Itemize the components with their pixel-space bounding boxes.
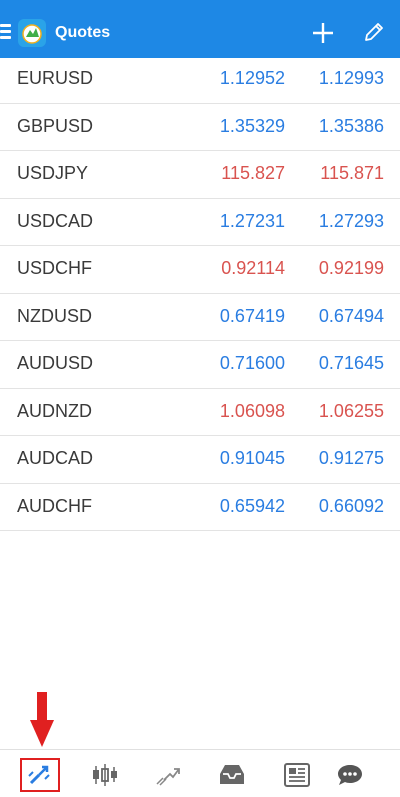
messages-icon <box>338 765 362 785</box>
symbol-label: AUDCHF <box>17 495 92 516</box>
symbol-label: USDJPY <box>17 163 89 183</box>
bid-price: 0.67419 <box>219 305 285 326</box>
ask-price: 1.35386 <box>318 115 384 136</box>
bid-price: 0.65942 <box>219 495 285 516</box>
ask-price: 1.12993 <box>318 68 384 88</box>
quote-row[interactable]: AUDNZD 1.06098 1.06255 <box>0 389 400 436</box>
app-bar: Quotes <box>0 0 400 58</box>
quote-row[interactable]: USDJPY 115.827 115.871 <box>0 151 400 199</box>
quote-row[interactable]: NZDUSD 0.67419 0.67494 <box>0 294 400 341</box>
add-symbol-icon[interactable] <box>310 20 336 46</box>
quotes-list: EURUSD 1.12952 1.12993 GBPUSD 1.35329 1.35386… <box>0 56 400 531</box>
tab-messages[interactable] <box>330 758 370 792</box>
bid-price: 115.827 <box>221 163 285 183</box>
tab-quotes[interactable] <box>20 758 60 792</box>
tab-news[interactable] <box>277 758 317 792</box>
symbol-label: AUDUSD <box>17 353 94 373</box>
red-arrow-indicator <box>30 692 54 747</box>
ask-price: 0.91275 <box>318 448 384 468</box>
bid-price: 0.92114 <box>221 258 285 278</box>
bid-price: 0.71600 <box>219 353 285 373</box>
quote-row[interactable]: EURUSD 1.12952 1.12993 <box>0 56 400 104</box>
symbol-label: AUDCAD <box>17 448 94 468</box>
page-title: Quotes <box>55 24 111 41</box>
bid-price: 1.27231 <box>219 210 285 231</box>
tab-history[interactable] <box>212 758 252 792</box>
edit-icon[interactable] <box>362 20 386 44</box>
news-icon <box>284 763 310 787</box>
ask-price: 0.92199 <box>318 258 384 278</box>
quote-row[interactable]: USDCHF 0.92114 0.92199 <box>0 246 400 294</box>
bid-price: 1.06098 <box>219 400 285 421</box>
metatrader-logo <box>18 19 46 47</box>
quotes-icon <box>28 765 50 785</box>
bottom-nav <box>0 749 400 797</box>
ask-price: 1.06255 <box>318 400 384 421</box>
bid-price: 1.12952 <box>219 68 285 88</box>
ask-price: 0.71645 <box>318 353 384 373</box>
quote-row[interactable]: GBPUSD 1.35329 1.35386 <box>0 104 400 151</box>
symbol-label: USDCAD <box>17 210 94 231</box>
quote-row[interactable]: AUDCHF 0.65942 0.66092 <box>0 484 400 531</box>
symbol-label: GBPUSD <box>17 115 94 136</box>
ask-price: 1.27293 <box>318 210 384 231</box>
symbol-label: EURUSD <box>17 68 94 88</box>
tab-chart[interactable] <box>85 758 125 792</box>
quote-row[interactable]: USDCAD 1.27231 1.27293 <box>0 199 400 246</box>
symbol-label: USDCHF <box>17 258 92 278</box>
history-icon <box>220 765 244 784</box>
quote-row[interactable]: AUDCAD 0.91045 0.91275 <box>0 436 400 484</box>
symbol-label: NZDUSD <box>17 305 92 326</box>
menu-icon[interactable] <box>0 22 12 42</box>
bid-price: 1.35329 <box>219 115 285 136</box>
chart-icon <box>93 764 117 786</box>
tab-trade[interactable] <box>148 758 188 792</box>
symbol-label: AUDNZD <box>17 400 92 421</box>
ask-price: 0.67494 <box>318 305 384 326</box>
ask-price: 115.871 <box>320 163 384 183</box>
bid-price: 0.91045 <box>219 448 285 468</box>
trade-icon <box>156 768 180 786</box>
quote-row[interactable]: AUDUSD 0.71600 0.71645 <box>0 341 400 389</box>
ask-price: 0.66092 <box>318 495 384 516</box>
